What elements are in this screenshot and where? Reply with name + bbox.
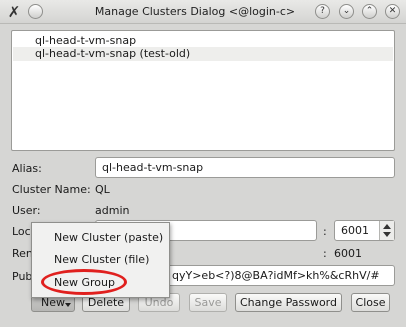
public-key-label: Pub bbox=[12, 270, 33, 283]
window-title: Manage Clusters Dialog <@login-c> bbox=[94, 5, 296, 18]
menu-item-new-cluster-file[interactable]: New Cluster (file) bbox=[54, 253, 149, 267]
local-port-value: 6001 bbox=[341, 224, 369, 237]
public-key-value: qyY>eb<?)8@BA?idMf>kh%&cRhV/# bbox=[172, 269, 380, 282]
spin-buttons[interactable] bbox=[379, 221, 394, 240]
local-port-spinbox[interactable]: 6001 bbox=[334, 220, 395, 241]
spin-down-icon[interactable] bbox=[383, 232, 391, 237]
alias-label: Alias: bbox=[12, 162, 42, 175]
alias-input[interactable]: ql-head-t-vm-snap bbox=[95, 157, 395, 178]
remote-port-separator: : bbox=[323, 247, 327, 260]
alias-value: ql-head-t-vm-snap bbox=[102, 161, 204, 174]
save-button[interactable]: Save bbox=[189, 293, 227, 312]
user-value: admin bbox=[95, 204, 130, 217]
cluster-name-label: Cluster Name: bbox=[12, 183, 91, 196]
local-label: Loc bbox=[12, 225, 31, 238]
change-password-button[interactable]: Change Password bbox=[235, 293, 342, 312]
remote-label: Ren bbox=[12, 247, 33, 260]
close-icon[interactable]: ✕ bbox=[385, 4, 400, 19]
app-icon: ✗ bbox=[7, 3, 21, 21]
help-icon[interactable]: ? bbox=[315, 4, 330, 19]
cluster-name-value: QL bbox=[95, 183, 110, 196]
remote-port-value: 6001 bbox=[334, 247, 362, 260]
local-port-separator: : bbox=[323, 225, 327, 238]
list-item-selected[interactable]: ql-head-t-vm-snap (test-old) bbox=[13, 47, 393, 61]
maximize-icon[interactable]: ⌃ bbox=[362, 4, 377, 19]
list-item-label: ql-head-t-vm-snap bbox=[35, 34, 137, 47]
list-item[interactable]: ql-head-t-vm-snap bbox=[13, 34, 393, 48]
cluster-list[interactable]: ql-head-t-vm-snap ql-head-t-vm-snap (tes… bbox=[11, 30, 395, 151]
dropdown-arrow-icon bbox=[65, 303, 71, 307]
close-button[interactable]: Close bbox=[351, 293, 390, 312]
list-item-label: ql-head-t-vm-snap (test-old) bbox=[35, 47, 191, 60]
title-bar[interactable]: ✗ Manage Clusters Dialog <@login-c> ? ⌄ … bbox=[0, 0, 406, 24]
window-menu-icon[interactable] bbox=[28, 4, 43, 19]
highlight-annotation bbox=[41, 269, 127, 295]
user-label: User: bbox=[12, 204, 41, 217]
minimize-icon[interactable]: ⌄ bbox=[339, 4, 354, 19]
spin-up-icon[interactable] bbox=[383, 224, 391, 229]
menu-item-new-cluster-paste[interactable]: New Cluster (paste) bbox=[54, 231, 163, 245]
